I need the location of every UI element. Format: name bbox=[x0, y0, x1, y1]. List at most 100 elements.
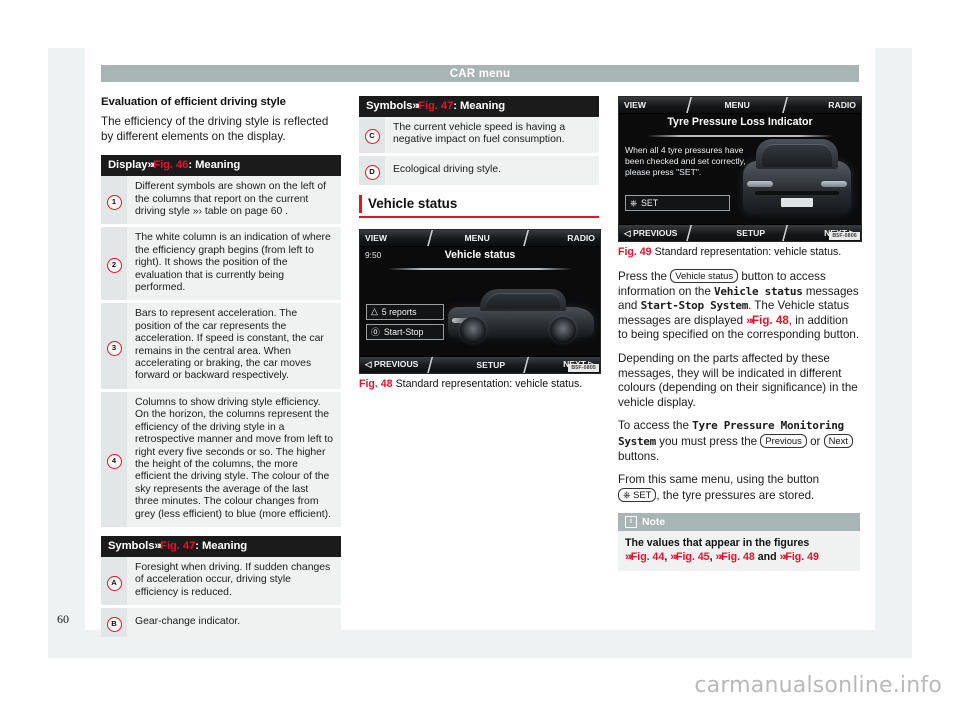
column-middle: Symbols»›Fig. 47: Meaning C The current … bbox=[359, 96, 599, 391]
para3-part2: you must press the bbox=[659, 435, 757, 448]
badge-letter: D bbox=[365, 165, 380, 180]
figure-caption-48: Fig. 48Standard representation: vehicle … bbox=[359, 378, 599, 391]
symbols-table-header-fig: Fig. 47 bbox=[418, 100, 453, 112]
screen-button-set[interactable]: ⎈ SET bbox=[625, 195, 730, 211]
car-side-illustration bbox=[446, 281, 596, 347]
para3-part4: buttons. bbox=[618, 450, 659, 463]
paragraph-tpms-access: To access the Tyre Pressure Monitoring S… bbox=[618, 419, 860, 464]
screen-button-reports-label: 5 reports bbox=[382, 307, 417, 317]
para1-fig-ref: Fig. 48 bbox=[752, 314, 789, 327]
screen-message: When all 4 tyre pressures have been chec… bbox=[625, 145, 749, 178]
note-title: Note bbox=[642, 517, 665, 528]
key-next[interactable]: Next bbox=[824, 434, 853, 448]
screen-title: Vehicle status bbox=[360, 249, 600, 261]
figure-code-tag: B5F-0805 bbox=[568, 364, 599, 372]
symbols-table-header-2: Symbols»›Fig. 47: Meaning bbox=[359, 96, 599, 117]
screen-top-bar: VIEW MENU RADIO bbox=[360, 230, 600, 247]
display-table-header-suffix: : Meaning bbox=[188, 159, 240, 171]
infotainment-screen-tyre-pressure: VIEW MENU RADIO Tyre Pressure Loss Indic… bbox=[618, 96, 862, 242]
screen-button-setup[interactable]: SETUP bbox=[677, 228, 824, 238]
symbols-table-header-label: Symbols bbox=[366, 100, 412, 112]
symbols-table-header-suffix: : Meaning bbox=[453, 100, 505, 112]
para1-mono-start-stop: Start-Stop System bbox=[641, 299, 748, 312]
row-badge-cell: C bbox=[359, 117, 385, 153]
note-fig-48: Fig. 48 bbox=[721, 551, 755, 563]
power-icon: ⎈ bbox=[630, 198, 637, 209]
screen-bottom-bar: ◁ PREVIOUS SETUP NEXT ▷ bbox=[619, 224, 861, 241]
screen-button-previous[interactable]: ◁ PREVIOUS bbox=[360, 359, 418, 370]
badge-number: 3 bbox=[107, 341, 122, 356]
screen-button-view[interactable]: VIEW bbox=[360, 233, 387, 243]
key-vehicle-status[interactable]: Vehicle status bbox=[670, 269, 738, 283]
paragraph-press-vehicle-status: Press the Vehicle status button to acces… bbox=[618, 269, 860, 343]
table-row: B Gear-change indicator. bbox=[101, 608, 341, 637]
screen-button-set-label: SET bbox=[641, 198, 658, 208]
power-icon: ⎈ bbox=[623, 489, 631, 500]
infotainment-screen-vehicle-status: VIEW MENU RADIO 9:50 Vehicle status bbox=[359, 229, 601, 374]
figure-caption-49: Fig. 49Standard representation: vehicle … bbox=[618, 246, 860, 259]
screen-button-menu[interactable]: MENU bbox=[387, 233, 567, 243]
table-row: A Foresight when driving. If sudden chan… bbox=[101, 557, 341, 605]
screen-button-view[interactable]: VIEW bbox=[619, 100, 646, 110]
row-text: Columns to show driving style efficiency… bbox=[127, 392, 341, 527]
screen-button-startstop[interactable]: ⓪ Start-Stop bbox=[366, 324, 444, 340]
para1-mono-vehicle-status: Vehicle status bbox=[714, 285, 803, 298]
intro-paragraph: The efficiency of the driving style is r… bbox=[101, 115, 341, 144]
display-table: 1 Different symbols are shown on the lef… bbox=[101, 176, 341, 527]
screen-divider-icon bbox=[777, 225, 793, 241]
para4-part2: , the tyre pressures are stored. bbox=[656, 489, 814, 502]
screen-button-radio[interactable]: RADIO bbox=[567, 233, 600, 243]
para3-part3: or bbox=[810, 435, 820, 448]
screen-divider-icon bbox=[422, 230, 438, 246]
row-badge-cell: 3 bbox=[101, 303, 127, 388]
table-row: D Ecological driving style. bbox=[359, 156, 599, 185]
warning-triangle-icon: △ bbox=[371, 306, 378, 317]
row-text: Gear-change indicator. bbox=[127, 608, 341, 637]
screen-button-setup[interactable]: SETUP bbox=[418, 360, 563, 370]
row-text: The current vehicle speed is having a ne… bbox=[385, 117, 599, 153]
symbols-table-header: Symbols»›Fig. 47: Meaning bbox=[101, 536, 341, 557]
figure-caption-text: Standard representation: vehicle status. bbox=[393, 378, 583, 390]
row-badge-cell: B bbox=[101, 608, 127, 637]
badge-letter: B bbox=[107, 617, 122, 632]
row-badge-cell: D bbox=[359, 156, 385, 185]
car-front-illustration bbox=[743, 135, 851, 217]
display-table-header-fig: Fig. 46 bbox=[153, 159, 188, 171]
screen-divider-icon bbox=[681, 97, 697, 113]
table-row: 3 Bars to represent acceleration. The po… bbox=[101, 303, 341, 388]
screen-body: 9:50 Vehicle status △ 5 reports ⓪ bbox=[360, 246, 600, 357]
start-stop-icon: ⓪ bbox=[371, 325, 380, 338]
section-heading-text: Vehicle status bbox=[368, 196, 457, 211]
screen-divider-icon bbox=[518, 357, 534, 373]
table-row: C The current vehicle speed is having a … bbox=[359, 117, 599, 153]
paragraph-store-pressures: From this same menu, using the button ⎈ … bbox=[618, 473, 860, 503]
screen-button-previous[interactable]: ◁ PREVIOUS bbox=[619, 228, 677, 239]
symbols-table-header-suffix: : Meaning bbox=[195, 540, 247, 552]
screen-title-underline bbox=[388, 268, 572, 270]
table-row: 1 Different symbols are shown on the lef… bbox=[101, 176, 341, 224]
page-header-title: CAR menu bbox=[450, 68, 510, 80]
info-icon: i bbox=[625, 516, 637, 528]
screen-button-radio[interactable]: RADIO bbox=[828, 100, 861, 110]
badge-number: 4 bbox=[107, 454, 122, 469]
badge-number: 1 bbox=[107, 195, 122, 210]
screen-body: Tyre Pressure Loss Indicator When all 4 … bbox=[619, 113, 861, 225]
row-badge-cell: 2 bbox=[101, 227, 127, 300]
screen-divider-icon bbox=[422, 357, 438, 373]
figure-label: Fig. 49 bbox=[618, 246, 652, 258]
symbols-table-2: C The current vehicle speed is having a … bbox=[359, 117, 599, 185]
page-header-bar: CAR menu bbox=[101, 65, 859, 82]
screen-button-menu[interactable]: MENU bbox=[646, 100, 828, 110]
screen-divider-icon bbox=[518, 230, 534, 246]
row-text: Ecological driving style. bbox=[385, 156, 599, 185]
figure-caption-text: Standard representation: vehicle status. bbox=[652, 246, 842, 258]
column-left: Evaluation of efficient driving style Th… bbox=[101, 96, 341, 637]
para4-part1: From this same menu, using the button bbox=[618, 473, 819, 486]
key-previous[interactable]: Previous bbox=[760, 434, 806, 448]
column-right: VIEW MENU RADIO Tyre Pressure Loss Indic… bbox=[618, 96, 860, 571]
screen-button-reports[interactable]: △ 5 reports bbox=[366, 304, 444, 320]
note-line1: The values that appear in the figures bbox=[625, 537, 809, 549]
key-set[interactable]: ⎈ SET bbox=[618, 488, 656, 502]
screen-divider-icon bbox=[777, 97, 793, 113]
symbols-table-header-fig: Fig. 47 bbox=[160, 540, 195, 552]
